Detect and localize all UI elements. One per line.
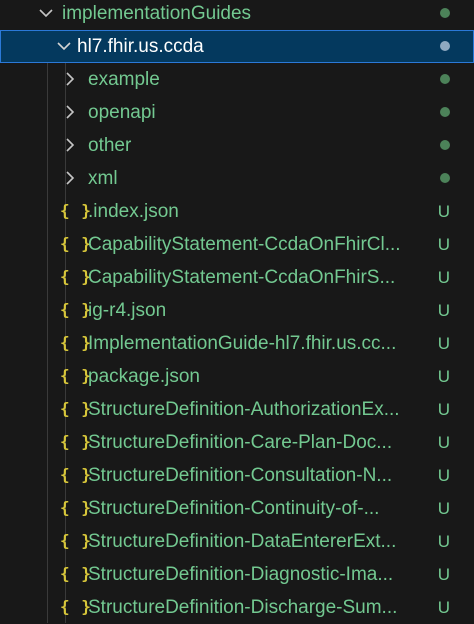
tree-item-label: .index.json: [88, 201, 179, 222]
file-explorer-tree: implementationGuides hl7.fhir.us.ccda ex…: [0, 0, 474, 623]
untracked-badge: U: [437, 499, 450, 518]
tree-item-file[interactable]: { } CapabilityStatement-CcdaOnFhirS... U: [0, 261, 474, 294]
untracked-badge: U: [437, 565, 450, 584]
dot-badge-icon: [440, 140, 450, 150]
tree-item-label: hl7.fhir.us.ccda: [77, 36, 204, 57]
untracked-badge: U: [437, 268, 450, 287]
untracked-badge: U: [437, 301, 450, 320]
tree-item-other[interactable]: other: [0, 129, 474, 162]
untracked-badge: U: [437, 598, 450, 617]
tree-item-file[interactable]: { } ig-r4.json U: [0, 294, 474, 327]
tree-item-label: xml: [88, 168, 118, 189]
untracked-badge: U: [437, 235, 450, 254]
dot-badge-icon: [440, 74, 450, 84]
untracked-badge: U: [437, 532, 450, 551]
chevron-down-icon: [36, 3, 56, 23]
tree-item-label: StructureDefinition-Consultation-N...: [88, 465, 393, 486]
untracked-badge: U: [437, 400, 450, 419]
tree-item-label: StructureDefinition-Discharge-Sum...: [88, 597, 398, 618]
tree-item-openapi[interactable]: openapi: [0, 96, 474, 129]
tree-item-label: StructureDefinition-Care-Plan-Doc...: [88, 432, 393, 453]
tree-item-file[interactable]: { } StructureDefinition-Continuity-of-..…: [0, 492, 474, 525]
tree-item-label: example: [88, 69, 160, 90]
tree-item-file[interactable]: { } StructureDefinition-AuthorizationEx.…: [0, 393, 474, 426]
untracked-badge: U: [437, 433, 450, 452]
dot-badge-icon: [440, 41, 450, 51]
tree-item-label: StructureDefinition-Continuity-of-...: [88, 498, 380, 519]
tree-item-file[interactable]: { } CapabilityStatement-CcdaOnFhirCl... …: [0, 228, 474, 261]
tree-item-label: other: [88, 135, 132, 156]
chevron-right-icon: [60, 69, 80, 89]
tree-item-label: StructureDefinition-AuthorizationEx...: [88, 399, 400, 420]
untracked-badge: U: [437, 334, 450, 353]
tree-item-file[interactable]: { } StructureDefinition-Consultation-N..…: [0, 459, 474, 492]
tree-item-file[interactable]: { } package.json U: [0, 360, 474, 393]
tree-item-label: StructureDefinition-DataEntererExt...: [88, 531, 397, 552]
tree-item-label: CapabilityStatement-CcdaOnFhirS...: [88, 267, 396, 288]
chevron-right-icon: [60, 135, 80, 155]
tree-item-hl7-fhir-us-ccda[interactable]: hl7.fhir.us.ccda: [0, 30, 474, 63]
tree-item-file[interactable]: { } StructureDefinition-Care-Plan-Doc...…: [0, 426, 474, 459]
tree-item-label: StructureDefinition-Diagnostic-Ima...: [88, 564, 394, 585]
tree-item-label: implementationGuides: [62, 3, 252, 24]
chevron-down-icon: [54, 36, 74, 56]
tree-item-label: openapi: [88, 102, 156, 123]
tree-item-label: CapabilityStatement-CcdaOnFhirCl...: [88, 234, 401, 255]
tree-item-label: ImplementationGuide-hl7.fhir.us.cc...: [88, 333, 397, 354]
tree-item-xml[interactable]: xml: [0, 162, 474, 195]
tree-item-file[interactable]: { } .index.json U: [0, 195, 474, 228]
tree-item-example[interactable]: example: [0, 63, 474, 96]
untracked-badge: U: [437, 367, 450, 386]
untracked-badge: U: [437, 202, 450, 221]
dot-badge-icon: [440, 173, 450, 183]
untracked-badge: U: [437, 466, 450, 485]
tree-item-file[interactable]: { } ImplementationGuide-hl7.fhir.us.cc..…: [0, 327, 474, 360]
chevron-right-icon: [60, 102, 80, 122]
tree-item-file[interactable]: { } StructureDefinition-Diagnostic-Ima..…: [0, 558, 474, 591]
tree-item-label: package.json: [88, 366, 200, 387]
tree-item-file[interactable]: { } StructureDefinition-Discharge-Sum...…: [0, 591, 474, 624]
dot-badge-icon: [440, 8, 450, 18]
tree-item-implementationguides[interactable]: implementationGuides: [0, 0, 474, 30]
tree-item-label: ig-r4.json: [88, 300, 167, 321]
chevron-right-icon: [60, 168, 80, 188]
dot-badge-icon: [440, 107, 450, 117]
tree-item-file[interactable]: { } StructureDefinition-DataEntererExt..…: [0, 525, 474, 558]
